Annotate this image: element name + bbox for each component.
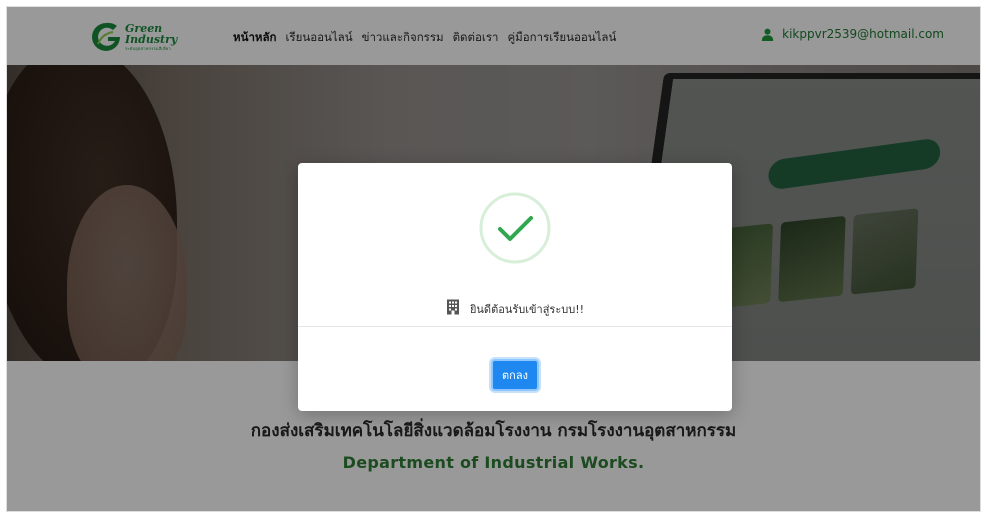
ok-button[interactable]: ตกลง (491, 359, 539, 391)
welcome-modal: ยินดีต้อนรับเข้าสู่ระบบ!! ตกลง (298, 163, 732, 411)
check-icon (478, 191, 552, 265)
modal-divider (298, 326, 732, 327)
page: Green Industry ระดับอุตสาหกรรมสีเขียว หน… (6, 6, 981, 512)
modal-message: ยินดีต้อนรับเข้าสู่ระบบ!! (298, 299, 732, 318)
building-icon (446, 299, 460, 318)
modal-message-text: ยินดีต้อนรับเข้าสู่ระบบ!! (469, 302, 585, 316)
